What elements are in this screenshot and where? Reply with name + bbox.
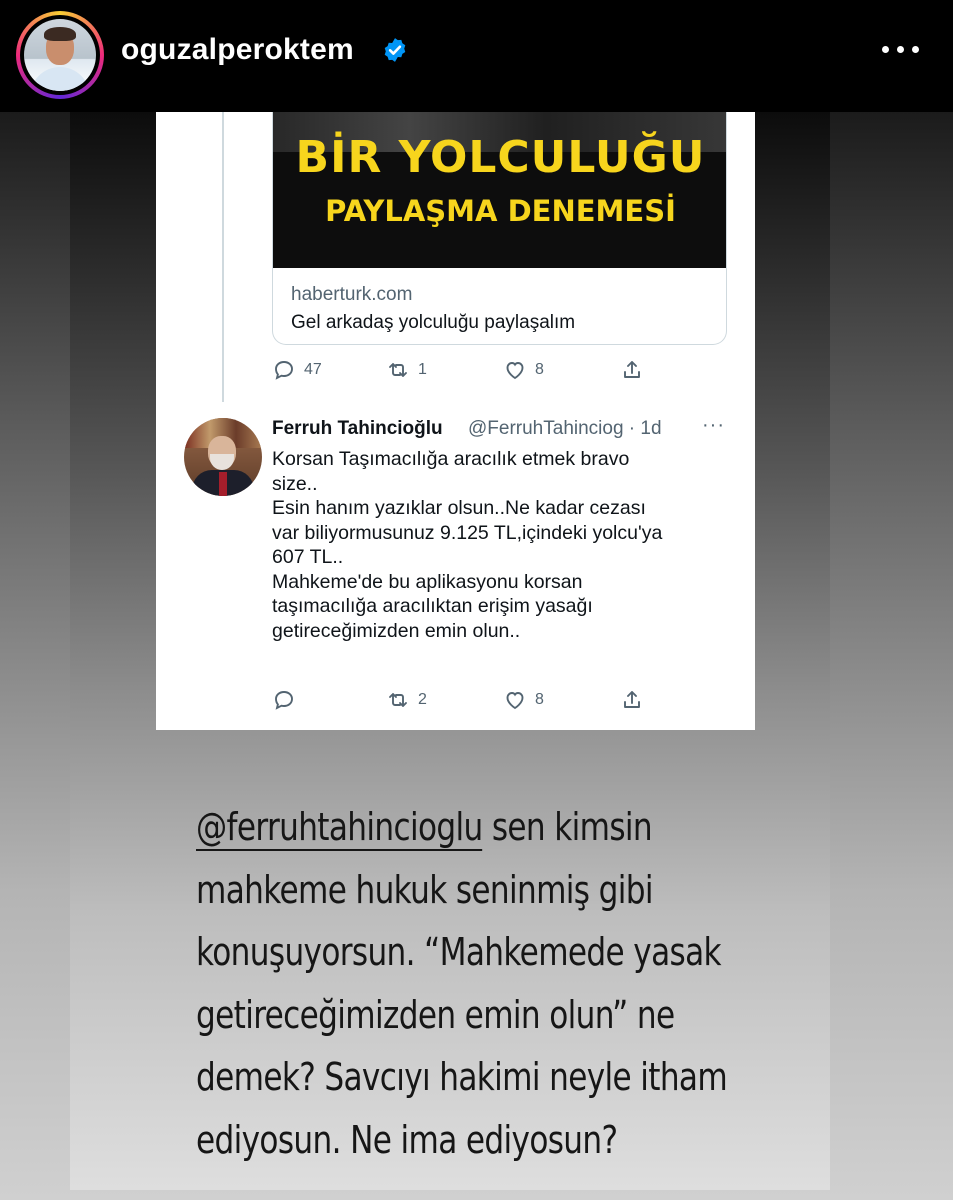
story-caption: @ferruhtahincioglu sen kimsin mahkeme hu… — [196, 796, 770, 1171]
caption-line: demek? Savcıyı hakimi neyle itham — [196, 1055, 728, 1099]
caption-line: ediyosun. Ne ima ediyosun? — [196, 1117, 618, 1162]
share-icon — [624, 361, 640, 378]
caption-line: konuşuyorsun. “Mahkemede yasak — [196, 930, 722, 974]
share-icon — [624, 691, 640, 708]
like-button[interactable]: 8 — [503, 355, 544, 385]
link-title: Gel arkadaş yolculuğu paylaşalım — [291, 312, 576, 333]
reply-text-line: 607 TL.. — [272, 546, 344, 568]
heart-icon — [506, 362, 524, 380]
news-image-headline-2: PAYLAŞMA DENEMESİ — [325, 194, 676, 228]
reply-text-line: Esin hanım yazıklar olsun..Ne kadar ceza… — [272, 497, 646, 519]
news-image-headline-1: BİR YOLCULUĞU — [295, 132, 706, 183]
like-count: 8 — [535, 691, 544, 708]
retweet-button[interactable]: 1 — [386, 355, 427, 385]
like-count: 8 — [535, 361, 544, 378]
news-image: BİR YOLCULUĞU PAYLAŞMA DENEMESİ — [273, 112, 726, 268]
reply-count: 47 — [304, 361, 322, 378]
tweet2-actions: 2 8 — [272, 685, 652, 715]
reply-text: Korsan Taşımacılığa aracılık etmek bravo… — [272, 447, 732, 643]
story-header: oguzalperoktem — [0, 0, 953, 112]
thread-line — [222, 112, 224, 402]
tweet1-actions: 47 1 8 — [272, 355, 652, 385]
reply-button[interactable]: 47 — [272, 355, 322, 385]
reply-icon — [275, 361, 293, 380]
username[interactable]: oguzalperoktem — [121, 33, 354, 67]
reply-author-handle[interactable]: @FerruhTahinciog · 1d — [468, 418, 662, 440]
reply-author-name[interactable]: Ferruh Tahincioğlu — [272, 418, 443, 440]
share-button[interactable] — [620, 355, 644, 385]
retweet-button[interactable]: 2 — [386, 685, 427, 715]
reply-text-line: Mahkeme'de bu aplikasyonu korsan — [272, 570, 583, 593]
reply-text-line: Korsan Taşımacılığa aracılık etmek bravo — [272, 448, 630, 470]
tweet-more-icon[interactable]: ··· — [702, 414, 725, 437]
reply-author-avatar[interactable] — [184, 418, 262, 496]
more-options-icon[interactable] — [878, 36, 924, 62]
caption-mention[interactable]: @ferruhtahincioglu — [196, 805, 483, 851]
reply-button[interactable] — [272, 685, 296, 715]
profile-photo — [24, 19, 96, 91]
reply-icon — [275, 691, 293, 710]
link-domain: haberturk.com — [291, 284, 413, 305]
share-button[interactable] — [620, 685, 644, 715]
reply-text-line: taşımacılığa aracılıktan erişim yasağı — [272, 595, 593, 617]
tweet-screenshot: BİR YOLCULUĞU PAYLAŞMA DENEMESİ habertur… — [156, 112, 755, 730]
like-button[interactable]: 8 — [503, 685, 544, 715]
story-viewer: oguzalperoktem BİR YOLCULUĞU PAYLAŞMA DE… — [0, 0, 953, 1200]
retweet-icon — [389, 693, 407, 707]
caption-line: @ferruhtahincioglu sen kimsin — [196, 796, 770, 859]
heart-icon — [506, 692, 524, 710]
retweet-count: 1 — [418, 361, 427, 378]
reply-text-line: var biliyormusunuz 9.125 TL,içindeki yol… — [272, 521, 663, 544]
reply-text-line: size.. — [272, 472, 318, 495]
avatar[interactable] — [16, 11, 104, 99]
reply-text-line: getireceğimizden emin olun.. — [272, 619, 521, 642]
caption-text: sen kimsin — [482, 805, 653, 849]
caption-line: mahkeme hukuk seninmiş gibi — [196, 867, 654, 912]
link-preview-card[interactable]: BİR YOLCULUĞU PAYLAŞMA DENEMESİ habertur… — [272, 112, 727, 345]
caption-line: getireceğimizden emin olun” ne — [196, 992, 675, 1037]
verified-badge-icon — [384, 38, 406, 62]
retweet-icon — [389, 363, 407, 377]
retweet-count: 2 — [418, 691, 427, 708]
